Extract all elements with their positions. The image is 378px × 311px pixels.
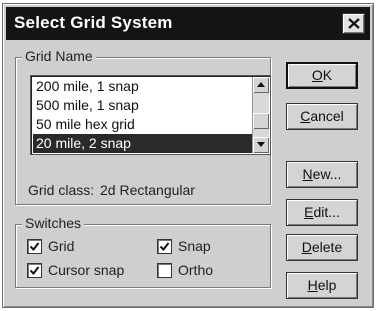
grid-class-value: 2d Rectangular (100, 182, 195, 198)
checkmark-icon (29, 266, 40, 276)
checkbox-box[interactable] (27, 239, 42, 254)
delete-button[interactable]: Delete (286, 234, 358, 261)
list-item-label: 500 mile, 1 snap (36, 97, 139, 113)
new-button[interactable]: New... (286, 161, 358, 188)
help-button[interactable]: Help (286, 272, 358, 299)
list-item-selected[interactable]: 20 mile, 2 snap (33, 134, 252, 153)
grid-name-legend: Grid Name (22, 48, 96, 64)
list-item[interactable]: 500 mile, 1 snap (33, 96, 252, 115)
new-label-rest: ew... (312, 166, 342, 182)
delete-label-rest: elete (311, 239, 343, 255)
delete-mnemonic: D (301, 239, 312, 255)
listbox-scrollbar[interactable] (252, 77, 269, 153)
scroll-thumb[interactable] (253, 113, 269, 129)
switches-legend: Switches (22, 215, 85, 231)
list-item-label: 200 mile, 1 snap (36, 78, 139, 94)
checkbox-label: Cursor snap (48, 262, 125, 278)
close-icon (348, 18, 360, 29)
switches-group: Switches Grid Snap Cursor snap Ortho (15, 215, 271, 288)
arrow-down-icon (257, 142, 265, 147)
arrow-up-icon (257, 82, 265, 87)
grid-class-label: Grid class: (28, 182, 95, 198)
list-item[interactable]: 200 mile, 1 snap (33, 77, 252, 96)
dialog-title: Select Grid System (14, 13, 173, 32)
cancel-mnemonic: C (300, 108, 311, 124)
checkbox-label: Ortho (178, 262, 214, 278)
checkbox-box[interactable] (157, 239, 172, 254)
list-item[interactable]: 50 mile hex grid (33, 115, 252, 134)
edit-button[interactable]: Edit... (286, 199, 358, 226)
list-item-label: 20 mile, 2 snap (36, 135, 131, 151)
checkmark-icon (29, 242, 40, 252)
select-grid-system-dialog: Select Grid System Grid Name 200 mile, 1… (2, 3, 374, 308)
scroll-up-button[interactable] (253, 77, 269, 93)
edit-label-rest: dit... (313, 204, 340, 220)
grid-name-listbox[interactable]: 200 mile, 1 snap 500 mile, 1 snap 50 mil… (30, 75, 271, 155)
ok-button[interactable]: OK (286, 62, 358, 89)
close-button[interactable] (342, 13, 365, 34)
cancel-button[interactable]: Cancel (286, 103, 358, 130)
scroll-down-button[interactable] (253, 137, 269, 153)
checkmark-icon (159, 242, 170, 252)
checkbox-label: Grid (48, 238, 75, 254)
help-mnemonic: H (307, 277, 318, 293)
cancel-label-rest: ancel (310, 108, 344, 124)
help-label-rest: elp (317, 277, 337, 293)
ok-label-rest: K (322, 67, 333, 83)
list-item-label: 50 mile hex grid (36, 116, 135, 132)
checkbox-box[interactable] (157, 263, 172, 278)
new-mnemonic: N (302, 166, 313, 182)
grid-name-group: Grid Name 200 mile, 1 snap 500 mile, 1 s… (15, 48, 271, 205)
ok-mnemonic: O (311, 67, 323, 83)
checkbox-label: Snap (178, 238, 211, 254)
title-bar[interactable]: Select Grid System (6, 7, 370, 40)
checkbox-box[interactable] (27, 263, 42, 278)
